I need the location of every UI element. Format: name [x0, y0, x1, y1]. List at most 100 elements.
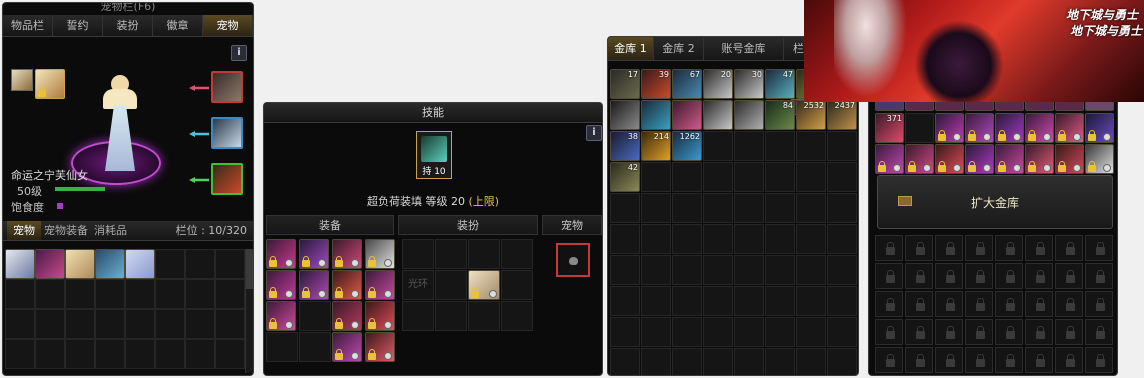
- bank-item[interactable]: [1025, 113, 1054, 143]
- tab-inventory[interactable]: 物品栏: [3, 15, 53, 36]
- bank-item[interactable]: [965, 144, 994, 174]
- pet-slot-1[interactable]: [5, 249, 35, 279]
- bank-item[interactable]: 17: [610, 69, 640, 99]
- bank-item[interactable]: [734, 100, 764, 130]
- equip-slot[interactable]: [332, 270, 362, 300]
- equip-slot[interactable]: [266, 239, 296, 269]
- empty-slot[interactable]: [827, 348, 857, 375]
- subtab-consumables[interactable]: 消耗品: [91, 221, 130, 240]
- empty-slot[interactable]: [299, 301, 331, 331]
- empty-slot[interactable]: [435, 239, 467, 269]
- empty-slot[interactable]: [703, 162, 733, 192]
- bank-item[interactable]: [995, 144, 1024, 174]
- empty-slot[interactable]: [905, 113, 934, 143]
- empty-slot[interactable]: [796, 224, 826, 254]
- skill-icon-frame[interactable]: 持 10: [416, 131, 452, 179]
- empty-slot[interactable]: [827, 286, 857, 316]
- empty-slot[interactable]: [672, 286, 702, 316]
- equip-slot[interactable]: [266, 270, 296, 300]
- empty-slot[interactable]: [501, 270, 533, 300]
- bank-item[interactable]: [935, 113, 964, 143]
- empty-slot[interactable]: [765, 193, 795, 223]
- empty-slot[interactable]: [185, 309, 215, 339]
- tab-bank-2[interactable]: 金库 2: [654, 37, 704, 60]
- empty-slot[interactable]: [266, 332, 298, 362]
- equip-slot[interactable]: [365, 301, 395, 331]
- empty-slot[interactable]: [796, 255, 826, 285]
- equip-slot[interactable]: [332, 301, 362, 331]
- empty-slot[interactable]: [827, 193, 857, 223]
- empty-slot[interactable]: [435, 301, 467, 331]
- tab-emblem[interactable]: 徽章: [153, 15, 203, 36]
- bank-item[interactable]: [1025, 144, 1054, 174]
- empty-slot[interactable]: [299, 332, 331, 362]
- empty-slot[interactable]: [641, 162, 671, 192]
- empty-slot[interactable]: [65, 309, 95, 339]
- empty-slot[interactable]: [734, 224, 764, 254]
- empty-slot[interactable]: [155, 249, 185, 279]
- empty-slot[interactable]: [827, 317, 857, 347]
- empty-slot[interactable]: [765, 317, 795, 347]
- bank-item[interactable]: 42: [610, 162, 640, 192]
- empty-slot[interactable]: [703, 286, 733, 316]
- bank-item[interactable]: 214: [641, 131, 671, 161]
- avatar-slot[interactable]: [468, 270, 500, 300]
- empty-slot[interactable]: [5, 309, 35, 339]
- empty-slot[interactable]: [796, 317, 826, 347]
- empty-slot[interactable]: [672, 317, 702, 347]
- empty-slot[interactable]: [185, 339, 215, 369]
- empty-slot[interactable]: [765, 162, 795, 192]
- empty-slot[interactable]: [610, 255, 640, 285]
- bank-item[interactable]: [1085, 113, 1114, 143]
- bank-item[interactable]: 84: [765, 100, 795, 130]
- bank-item[interactable]: 371: [875, 113, 904, 143]
- bank-item[interactable]: [641, 100, 671, 130]
- tab-bank-1[interactable]: 金库 1: [608, 37, 654, 60]
- bank-item[interactable]: 2437: [827, 100, 857, 130]
- empty-slot[interactable]: [65, 279, 95, 309]
- bank-item[interactable]: [1025, 101, 1054, 111]
- tab-account-bank[interactable]: 账号金库: [704, 37, 784, 60]
- empty-slot[interactable]: [734, 317, 764, 347]
- empty-slot[interactable]: [703, 224, 733, 254]
- empty-slot[interactable]: [125, 279, 155, 309]
- empty-slot[interactable]: [703, 348, 733, 375]
- bank-item[interactable]: [703, 100, 733, 130]
- empty-slot[interactable]: [155, 279, 185, 309]
- bank-item[interactable]: 30: [734, 69, 764, 99]
- pet-skill-slot-1[interactable]: [211, 71, 243, 103]
- pet-equip-slot[interactable]: [556, 243, 590, 277]
- pet-egg-slot[interactable]: [35, 69, 65, 99]
- empty-slot[interactable]: [672, 162, 702, 192]
- empty-slot[interactable]: [215, 309, 245, 339]
- empty-slot[interactable]: [501, 301, 533, 331]
- bank-item[interactable]: [1085, 101, 1114, 111]
- empty-slot[interactable]: [672, 224, 702, 254]
- pet-skill-slot-3[interactable]: [211, 163, 243, 195]
- pet-slot-5[interactable]: [125, 249, 155, 279]
- empty-slot[interactable]: [796, 193, 826, 223]
- subtab-pet-equipment[interactable]: 宠物装备: [41, 221, 91, 240]
- empty-slot[interactable]: [827, 162, 857, 192]
- equip-slot[interactable]: [365, 239, 395, 269]
- empty-slot[interactable]: [703, 131, 733, 161]
- empty-slot[interactable]: [610, 286, 640, 316]
- bank-item[interactable]: 1262: [672, 131, 702, 161]
- empty-slot[interactable]: [155, 309, 185, 339]
- pet-skill-slot-2[interactable]: [211, 117, 243, 149]
- empty-slot[interactable]: [734, 193, 764, 223]
- empty-slot[interactable]: [734, 348, 764, 375]
- bank-item[interactable]: [995, 113, 1024, 143]
- empty-slot[interactable]: [610, 348, 640, 375]
- empty-slot[interactable]: [125, 309, 155, 339]
- bank-item[interactable]: [995, 101, 1024, 111]
- empty-slot[interactable]: [734, 162, 764, 192]
- empty-slot[interactable]: [641, 286, 671, 316]
- empty-slot[interactable]: [95, 339, 125, 369]
- empty-slot[interactable]: [610, 317, 640, 347]
- empty-slot[interactable]: [796, 131, 826, 161]
- empty-slot[interactable]: [35, 279, 65, 309]
- empty-slot[interactable]: [95, 309, 125, 339]
- empty-slot[interactable]: [5, 339, 35, 369]
- empty-slot[interactable]: [641, 224, 671, 254]
